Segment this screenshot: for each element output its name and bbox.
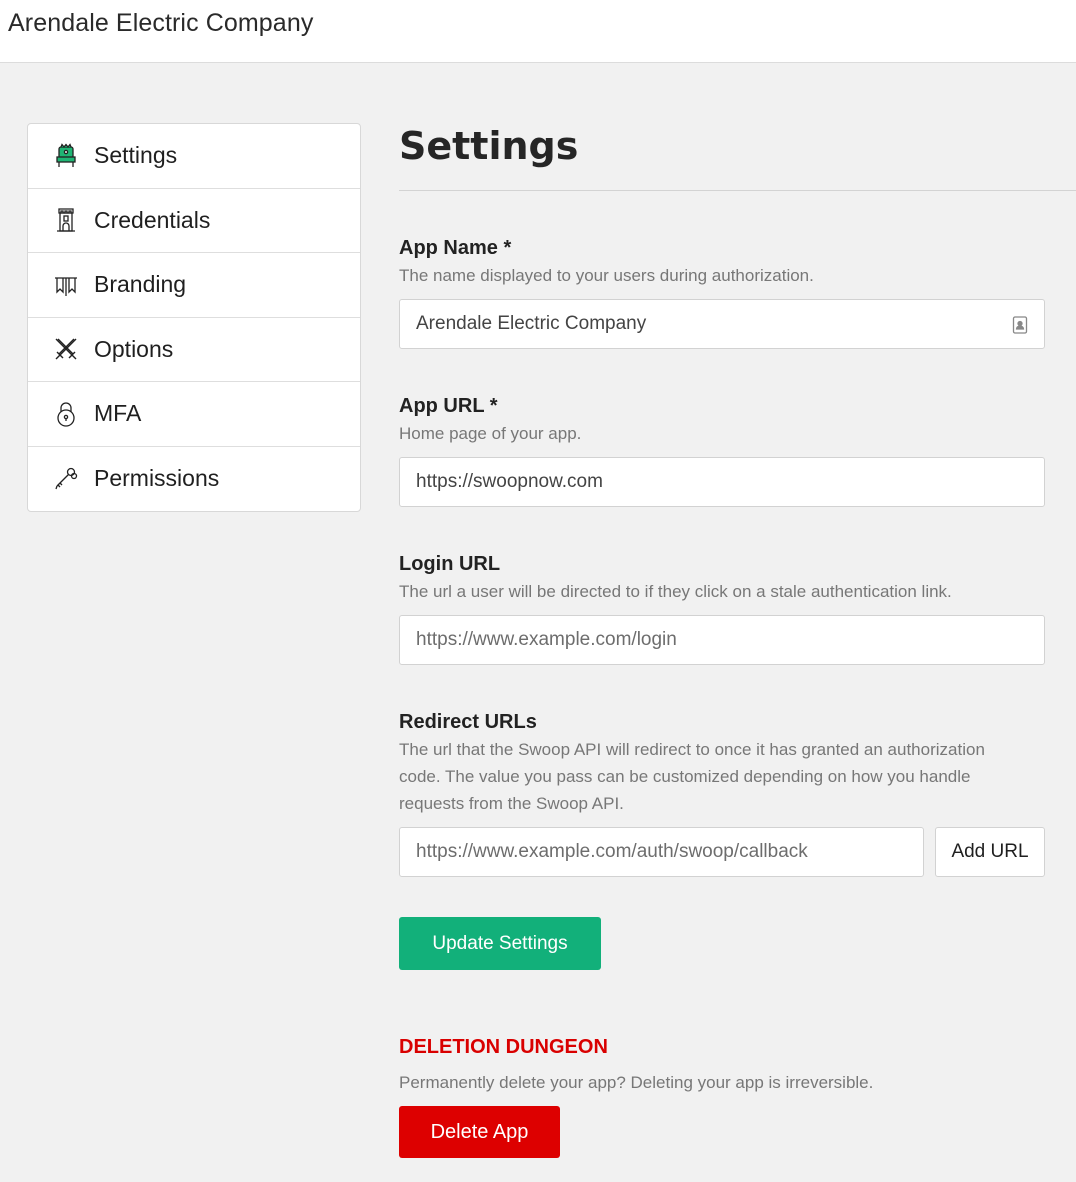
delete-app-button[interactable]: Delete App (399, 1106, 560, 1158)
add-url-button[interactable]: Add URL (935, 827, 1045, 877)
crossed-swords-icon (52, 335, 80, 363)
redirect-urls-label: Redirect URLs (399, 711, 537, 733)
login-url-help: The url a user will be directed to if th… (399, 582, 952, 601)
sidebar-item-label: Options (94, 335, 174, 362)
sidebar-item-label: Permissions (94, 465, 220, 492)
deletion-dungeon-heading: DELETION DUNGEON (399, 1036, 608, 1058)
app-url-field-group: App URL * Home page of your app. https:/… (399, 393, 1045, 507)
settings-panel: Settings App Name * The name displayed t… (399, 120, 1076, 1158)
keys-icon (52, 465, 80, 493)
sidebar-nav: Settings Credentials Branding Options MF… (27, 123, 361, 512)
login-url-placeholder: https://www.example.com/login (416, 629, 677, 650)
sidebar-item-settings[interactable]: Settings (28, 124, 360, 189)
sidebar-item-branding[interactable]: Branding (28, 253, 360, 318)
throne-icon (52, 142, 80, 170)
redirect-urls-field-group: Redirect URLs The url that the Swoop API… (399, 709, 1045, 877)
deletion-dungeon-help: Permanently delete your app? Deleting yo… (399, 1073, 874, 1092)
sidebar-item-options[interactable]: Options (28, 318, 360, 382)
app-name-value: Arendale Electric Company (416, 313, 647, 334)
app-name-input[interactable]: Arendale Electric Company (399, 299, 1045, 349)
login-url-input[interactable]: https://www.example.com/login (399, 615, 1045, 665)
contact-card-icon[interactable] (1012, 316, 1028, 334)
sidebar-item-mfa[interactable]: MFA (28, 382, 360, 447)
sidebar-item-credentials[interactable]: Credentials (28, 189, 360, 253)
update-settings-button[interactable]: Update Settings (399, 917, 601, 970)
redirect-urls-help: The url that the Swoop API will redirect… (399, 740, 985, 813)
sidebar-item-label: Credentials (94, 206, 211, 233)
sidebar-item-permissions[interactable]: Permissions (28, 447, 360, 512)
login-url-field-group: Login URL The url a user will be directe… (399, 551, 1045, 665)
banner-icon (52, 271, 80, 299)
app-name-field-group: App Name * The name displayed to your us… (399, 235, 1045, 349)
redirect-url-input[interactable]: https://www.example.com/auth/swoop/callb… (399, 827, 924, 877)
sidebar-item-label: Settings (94, 142, 178, 169)
redirect-url-placeholder: https://www.example.com/auth/swoop/callb… (416, 841, 808, 862)
padlock-icon (52, 400, 80, 428)
redirect-url-row: https://www.example.com/auth/swoop/callb… (399, 827, 1045, 877)
app-url-value: https://swoopnow.com (416, 471, 603, 492)
app-url-label: App URL * (399, 395, 498, 417)
top-bar: Arendale Electric Company (0, 0, 1076, 63)
sidebar-item-label: MFA (94, 400, 142, 427)
app-url-input[interactable]: https://swoopnow.com (399, 457, 1045, 507)
app-url-help: Home page of your app. (399, 424, 582, 443)
divider (399, 190, 1076, 191)
page-title: Settings (399, 124, 579, 168)
tower-icon (52, 206, 80, 234)
app-name-help: The name displayed to your users during … (399, 266, 814, 285)
login-url-label: Login URL (399, 553, 501, 575)
brand-name[interactable]: Arendale Electric Company (8, 9, 313, 38)
sidebar-item-label: Branding (94, 271, 187, 298)
app-name-label: App Name * (399, 237, 512, 259)
